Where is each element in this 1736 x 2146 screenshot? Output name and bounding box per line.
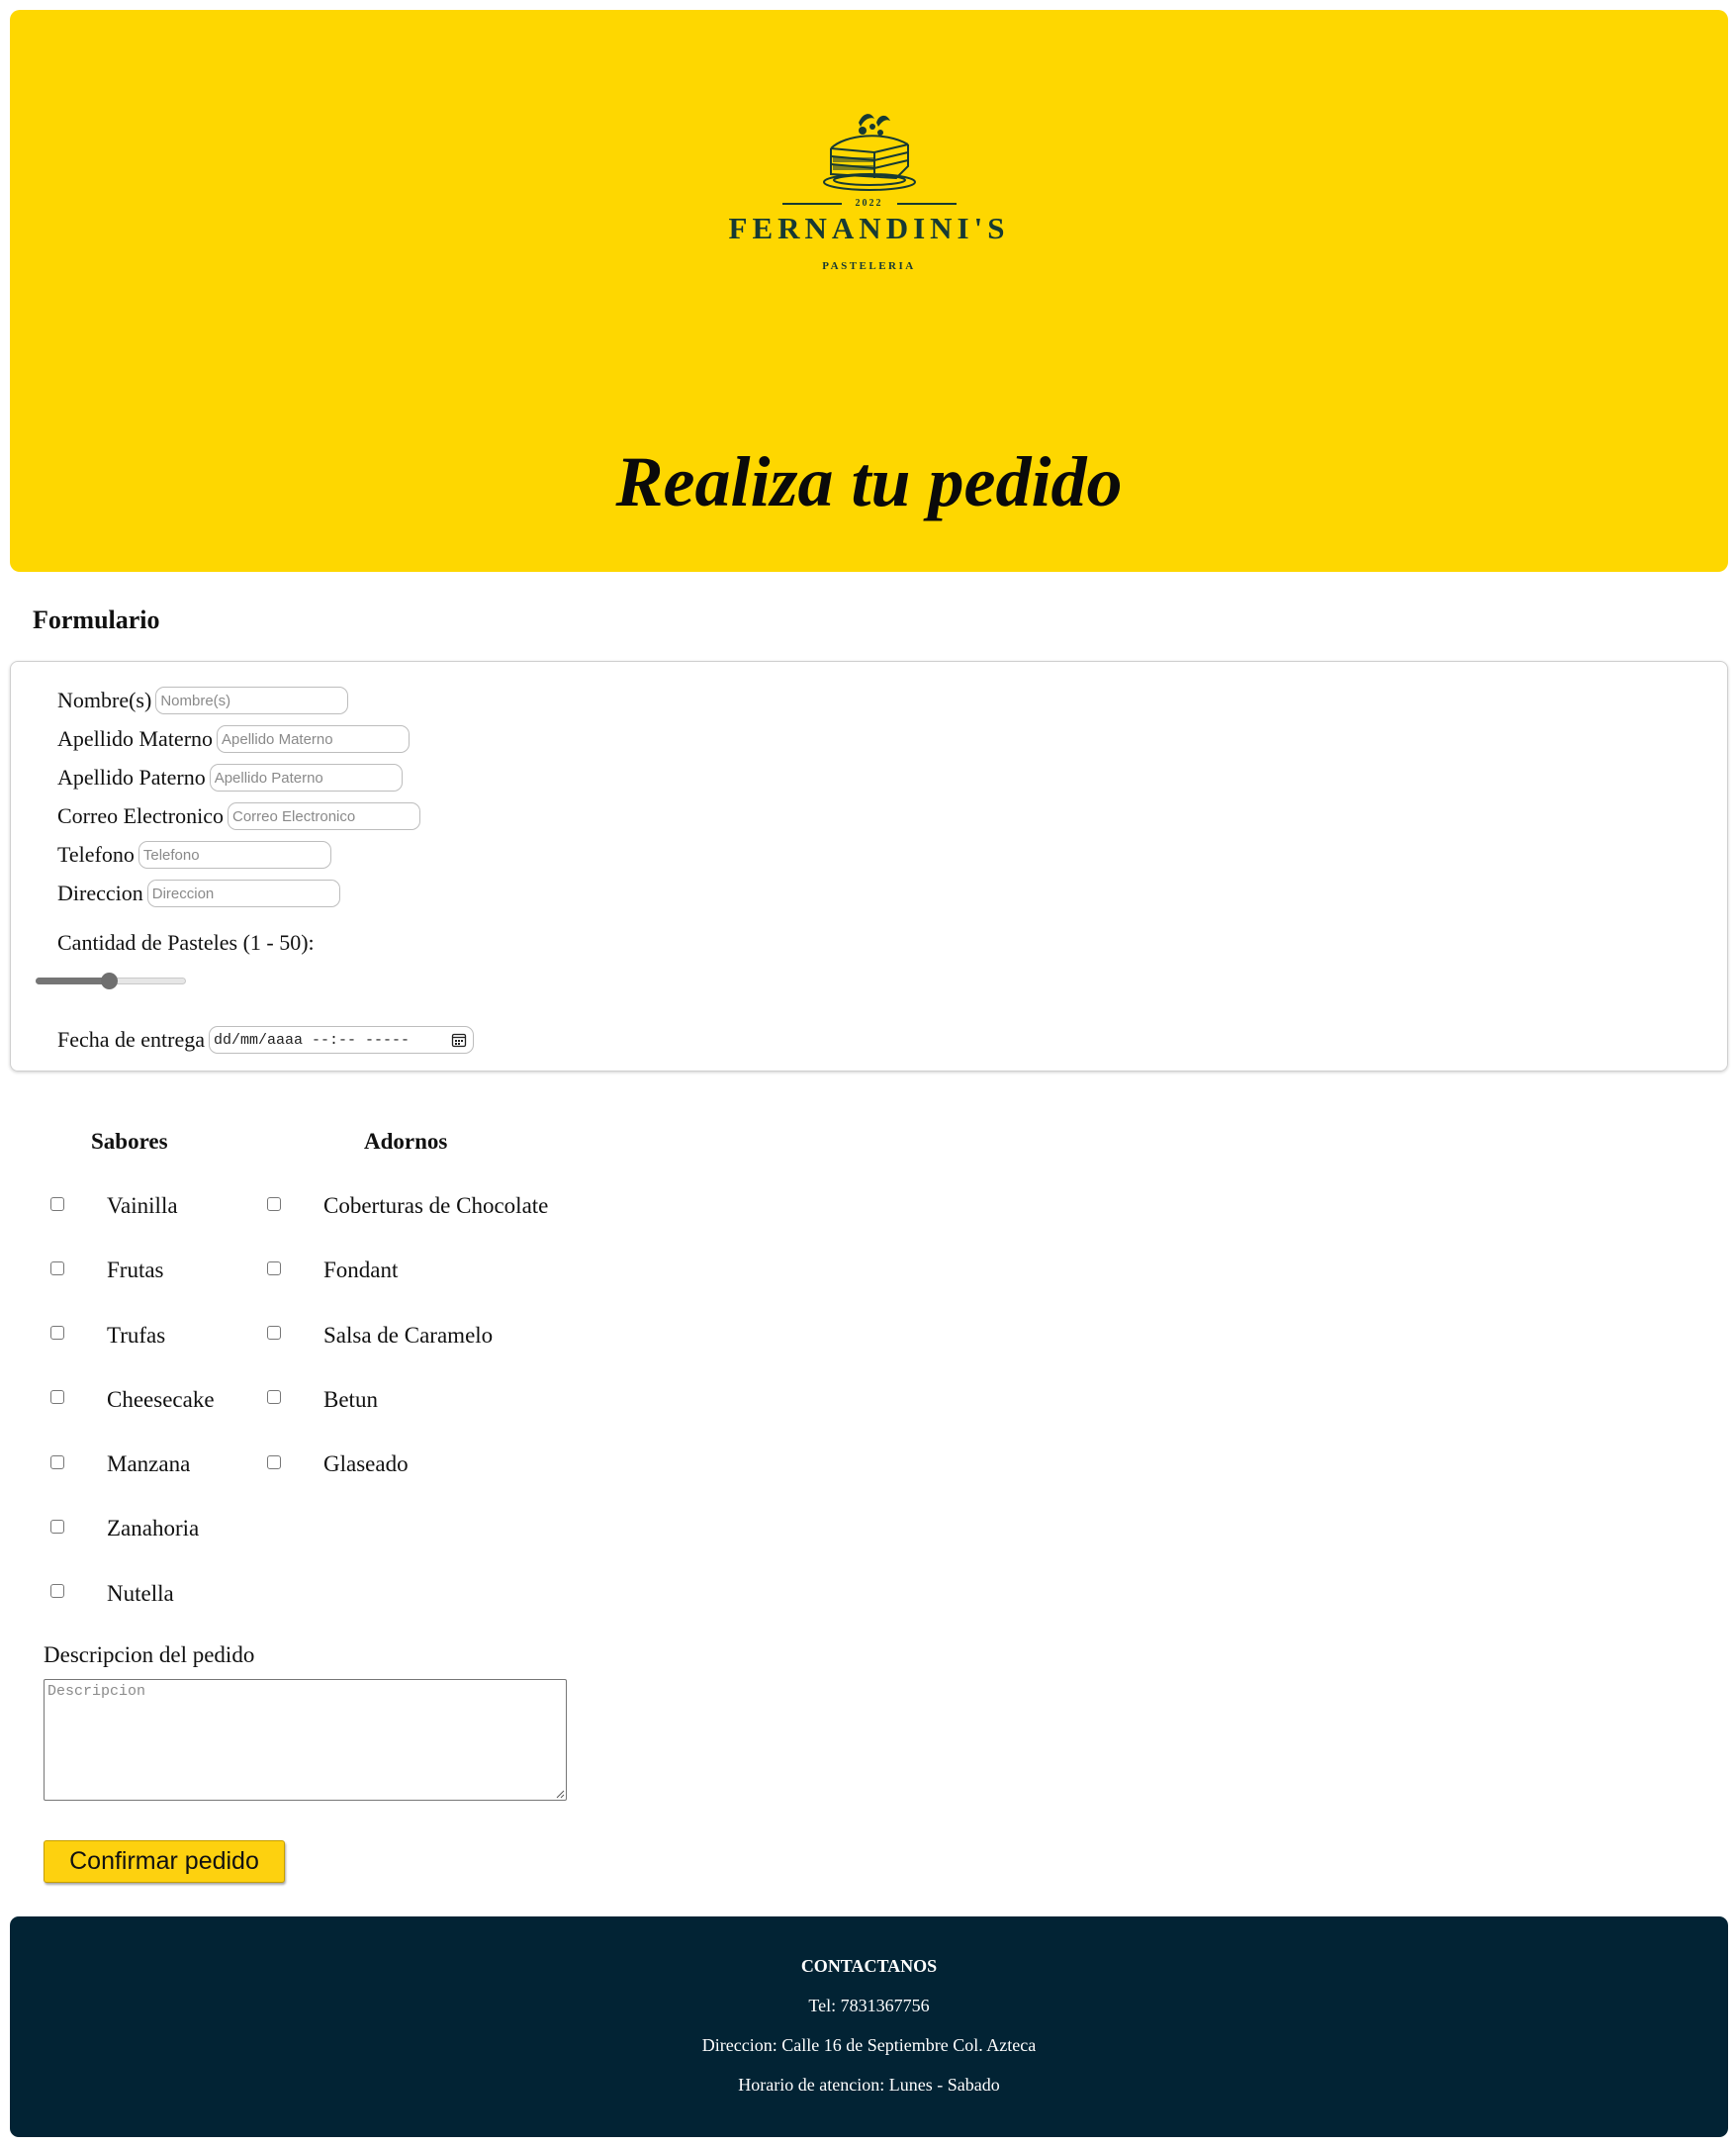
field-label: Apellido Materno [57, 726, 214, 751]
field-label: Apellido Paterno [57, 765, 206, 790]
adornos-heading: Adornos [364, 1129, 448, 1154]
sabor-checkbox[interactable] [50, 1584, 64, 1598]
field-fecha: Fecha de entrega dd/mm/aaaa --:-- ----- [57, 1026, 475, 1054]
logo-subtitle: PASTELERIA [822, 260, 916, 272]
footer-phone: Tel: 7831367756 [808, 1996, 930, 2015]
confirm-order-button[interactable]: Confirmar pedido [44, 1840, 285, 1883]
sabor-checkbox[interactable] [50, 1455, 64, 1469]
sabor-label: Zanahoria [107, 1516, 200, 1540]
adorno-checkbox[interactable] [267, 1197, 281, 1211]
field-nombres: Nombre(s) [57, 687, 349, 714]
calendar-icon[interactable] [451, 1032, 467, 1048]
telefono-input[interactable] [137, 841, 331, 869]
field-direccion: Direccion [57, 880, 340, 907]
slider-fill [36, 978, 110, 984]
sabor-checkbox[interactable] [50, 1197, 64, 1211]
adorno-label: Salsa de Caramelo [323, 1323, 494, 1348]
field-apellido-paterno: Apellido Paterno [57, 764, 403, 792]
sabor-checkbox[interactable] [50, 1261, 64, 1275]
footer-hours: Horario de atencion: Lunes - Sabado [738, 2075, 1000, 2095]
field-telefono: Telefono [57, 841, 331, 869]
sabor-checkbox[interactable] [50, 1390, 64, 1404]
sabor-label: Trufas [107, 1323, 166, 1348]
logo-rule-left [781, 202, 842, 205]
form-heading: Formulario [33, 606, 160, 634]
footer: CONTACTANOS Tel: 7831367756 Direccion: C… [10, 1916, 1728, 2137]
description-textarea[interactable] [44, 1679, 567, 1801]
adorno-checkbox[interactable] [267, 1326, 281, 1340]
logo-name: FERNANDINI'S [728, 211, 1010, 245]
resize-grip-icon[interactable] [555, 1789, 565, 1799]
field-apellido-materno: Apellido Materno [57, 725, 411, 753]
sabor-label: Frutas [107, 1258, 164, 1282]
adorno-label: Fondant [323, 1258, 399, 1282]
footer-address: Direccion: Calle 16 de Septiembre Col. A… [701, 2035, 1037, 2055]
header-banner: 2022 FERNANDINI'S PASTELERIA Realiza tu … [10, 10, 1728, 572]
sabores-heading: Sabores [91, 1129, 168, 1154]
sabor-label: Manzana [107, 1451, 191, 1476]
adorno-label: Glaseado [323, 1451, 409, 1476]
adorno-checkbox[interactable] [267, 1455, 281, 1469]
quantity-slider[interactable] [36, 970, 186, 991]
description-label: Descripcion del pedido [44, 1642, 255, 1667]
cake-icon [822, 114, 916, 191]
sabor-checkbox[interactable] [50, 1326, 64, 1340]
apellido-paterno-input[interactable] [209, 764, 403, 792]
logo-year: 2022 [855, 198, 883, 209]
field-label: Correo Electronico [57, 803, 224, 828]
brand-logo: 2022 FERNANDINI'S PASTELERIA [10, 109, 1728, 272]
adorno-checkbox[interactable] [267, 1261, 281, 1275]
field-label: Telefono [57, 842, 135, 867]
field-label: Nombre(s) [57, 688, 152, 712]
date-label: Fecha de entrega [57, 1027, 206, 1052]
adorno-label: Coberturas de Chocolate [323, 1193, 549, 1218]
date-placeholder: dd/mm/aaaa --:-- ----- [214, 1031, 411, 1049]
correo-input[interactable] [228, 802, 420, 830]
slider-thumb[interactable] [101, 973, 119, 989]
field-label: Direccion [57, 881, 143, 905]
adorno-label: Betun [323, 1387, 378, 1412]
direccion-input[interactable] [146, 880, 340, 907]
footer-title: CONTACTANOS [800, 1956, 938, 1976]
sabor-checkbox[interactable] [50, 1520, 64, 1534]
sabor-label: Cheesecake [107, 1387, 215, 1412]
logo-rule-right [896, 202, 957, 205]
quantity-label: Cantidad de Pasteles (1 - 50): [57, 930, 315, 955]
adorno-checkbox[interactable] [267, 1390, 281, 1404]
page-title: Realiza tu pedido [615, 442, 1123, 521]
sabor-label: Nutella [107, 1581, 174, 1606]
nombres-input[interactable] [155, 687, 349, 714]
field-correo: Correo Electronico [57, 802, 420, 830]
delivery-date-input[interactable]: dd/mm/aaaa --:-- ----- [209, 1026, 475, 1054]
sabor-label: Vainilla [107, 1193, 178, 1218]
apellido-materno-input[interactable] [217, 725, 411, 753]
